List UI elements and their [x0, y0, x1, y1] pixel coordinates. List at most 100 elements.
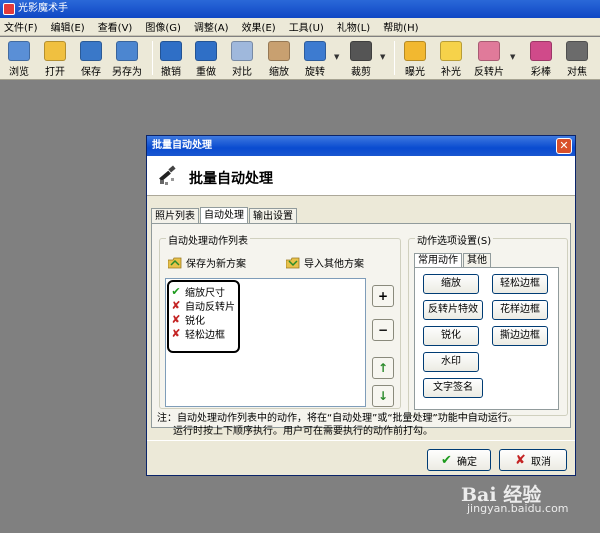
help-note: 注：自动处理动作列表中的动作，将在“自动处理”或“批量处理”功能中自动运行。 运… — [157, 412, 567, 438]
watermark-action-button[interactable]: 水印 — [423, 352, 479, 372]
menu-tools[interactable]: 工具(U) — [289, 19, 324, 34]
compare-button[interactable]: 对比 — [227, 39, 257, 78]
slide-film-button[interactable]: 反转片 — [470, 39, 508, 78]
menu-edit[interactable]: 编辑(E) — [51, 19, 85, 34]
save-as-icon — [116, 41, 138, 61]
redo-button[interactable]: 重做 — [191, 39, 221, 78]
ok-label: 确定 — [456, 456, 477, 468]
menu-view[interactable]: 查看(V) — [98, 19, 133, 34]
browse-button[interactable]: 浏览 — [4, 39, 34, 78]
action-list-group: 自动处理动作列表 保存为新方案 导入其他方案 ✔ 缩放尺寸 ✘ 自动反转片 ✘ … — [159, 232, 401, 409]
fill-light-button[interactable]: 补光 — [436, 39, 466, 78]
save-button[interactable]: 保存 — [76, 39, 106, 78]
save-as-button[interactable]: 另存为 — [108, 39, 146, 78]
rotate-dropdown-arrow-icon[interactable]: ▼ — [334, 53, 339, 61]
rotate-button[interactable]: 旋转 — [300, 39, 330, 78]
menu-gifts[interactable]: 礼物(L) — [337, 19, 370, 34]
auto-process-panel: 自动处理动作列表 保存为新方案 导入其他方案 ✔ 缩放尺寸 ✘ 自动反转片 ✘ … — [151, 223, 571, 428]
toolbar-separator — [394, 41, 395, 75]
lightbulb-icon — [440, 41, 462, 61]
baidu-jingyan-watermark: Bai 经验 jingyan.baidu.com — [443, 480, 593, 522]
tab-output-settings[interactable]: 输出设置 — [249, 208, 297, 224]
dialog-title: 批量自动处理 — [152, 140, 212, 151]
torn-edge-border-action-button[interactable]: 撕边边框 — [492, 326, 548, 346]
resize-action-button[interactable]: 缩放 — [423, 274, 479, 294]
magic-wand-icon — [159, 165, 176, 185]
tab-common-actions[interactable]: 常用动作 — [414, 253, 462, 267]
menu-effects[interactable]: 效果(E) — [242, 19, 276, 34]
save-new-scheme-label: 保存为新方案 — [186, 259, 246, 270]
action-options-group: 动作选项设置(S) 常用动作 其他 缩放 轻松边框 反转片特效 花样边框 锐化 … — [408, 232, 568, 416]
menu-image[interactable]: 图像(G) — [145, 19, 181, 34]
help-note-line: 注：自动处理动作列表中的动作，将在“自动处理”或“批量处理”功能中自动运行。 — [157, 413, 518, 424]
menu-help[interactable]: 帮助(H) — [383, 19, 418, 34]
compare-icon — [231, 41, 253, 61]
action-list[interactable]: ✔ 缩放尺寸 ✘ 自动反转片 ✘ 锐化 ✘ 轻松边框 — [165, 278, 366, 407]
dialog-tabs: 照片列表 自动处理 输出设置 — [151, 207, 298, 224]
move-down-button[interactable]: ↓ — [372, 385, 394, 407]
close-icon[interactable]: ✕ — [556, 138, 572, 154]
remove-action-button[interactable]: − — [372, 319, 394, 341]
cancel-button[interactable]: ✘ 取消 — [499, 449, 567, 471]
folder-save-icon — [168, 257, 182, 268]
folder-open-icon — [44, 41, 66, 61]
redo-arrow-icon — [195, 41, 217, 61]
action-options-label: 动作选项设置(S) — [415, 232, 494, 247]
slide-film-icon — [478, 41, 500, 61]
open-button[interactable]: 打开 — [40, 39, 70, 78]
watermark-url: jingyan.baidu.com — [467, 502, 569, 515]
dialog-header: 批量自动处理 — [147, 156, 575, 196]
action-list-label: 自动处理动作列表 — [166, 232, 250, 247]
rotate-icon — [304, 41, 326, 61]
menu-adjust[interactable]: 调整(A) — [194, 19, 229, 34]
help-note-line: 运行时按上下顺序执行。用户可在需要执行的动作前打勾。 — [173, 426, 433, 437]
resize-button[interactable]: 缩放 — [264, 39, 294, 78]
focus-icon — [566, 41, 588, 61]
import-scheme-label: 导入其他方案 — [304, 259, 364, 270]
tab-other-actions[interactable]: 其他 — [463, 253, 491, 267]
text-signature-action-button[interactable]: 文字签名 — [423, 378, 483, 398]
focus-button[interactable]: 对焦 — [562, 39, 592, 78]
app-logo-icon — [3, 3, 15, 15]
common-actions-panel: 缩放 轻松边框 反转片特效 花样边框 锐化 撕边边框 水印 文字签名 — [414, 267, 559, 410]
app-title-bar: 光影魔术手 — [0, 0, 600, 18]
slide-film-effect-action-button[interactable]: 反转片特效 — [423, 300, 483, 320]
add-action-button[interactable]: + — [372, 285, 394, 307]
fancy-border-action-button[interactable]: 花样边框 — [492, 300, 548, 320]
check-icon: ✔ — [441, 452, 452, 468]
toolbar-separator — [152, 41, 153, 75]
undo-arrow-icon — [160, 41, 182, 61]
resize-icon — [268, 41, 290, 61]
tab-auto-process[interactable]: 自动处理 — [200, 207, 248, 224]
sun-exposure-icon — [404, 41, 426, 61]
menu-bar: 文件(F) 编辑(E) 查看(V) 图像(G) 调整(A) 效果(E) 工具(U… — [0, 18, 600, 36]
color-wand-icon — [530, 41, 552, 61]
app-title: 光影魔术手 — [18, 3, 68, 14]
easy-border-action-button[interactable]: 轻松边框 — [492, 274, 548, 294]
main-toolbar: 浏览 打开 保存 另存为 撤销 重做 对比 缩放 旋转 ▼ 裁剪 ▼ 曝光 补光… — [0, 37, 600, 80]
move-up-button[interactable]: ↑ — [372, 357, 394, 379]
ok-button[interactable]: ✔ 确定 — [427, 449, 491, 471]
crop-dropdown-arrow-icon[interactable]: ▼ — [380, 53, 385, 61]
cancel-label: 取消 — [530, 456, 551, 468]
undo-button[interactable]: 撤销 — [156, 39, 186, 78]
floppy-disk-icon — [80, 41, 102, 61]
divider — [147, 440, 575, 441]
exposure-button[interactable]: 曝光 — [400, 39, 430, 78]
crop-button[interactable]: 裁剪 — [346, 39, 376, 78]
hand-drawn-highlight-box — [167, 280, 240, 353]
eye-icon — [8, 41, 30, 61]
cross-icon: ✘ — [515, 452, 526, 468]
save-new-scheme-button[interactable]: 保存为新方案 — [168, 255, 246, 270]
batch-process-dialog: 批量自动处理 ✕ 批量自动处理 照片列表 自动处理 输出设置 自动处理动作列表 — [146, 135, 576, 476]
dialog-title-bar: 批量自动处理 ✕ — [147, 136, 575, 156]
folder-import-icon — [286, 257, 300, 268]
menu-file[interactable]: 文件(F) — [4, 19, 38, 34]
sharpen-action-button[interactable]: 锐化 — [423, 326, 479, 346]
slide-film-dropdown-arrow-icon[interactable]: ▼ — [510, 53, 515, 61]
dialog-header-title: 批量自动处理 — [189, 171, 273, 187]
crop-icon — [350, 41, 372, 61]
import-scheme-button[interactable]: 导入其他方案 — [286, 255, 364, 270]
tab-photo-list[interactable]: 照片列表 — [151, 208, 199, 224]
color-wand-button[interactable]: 彩棒 — [526, 39, 556, 78]
